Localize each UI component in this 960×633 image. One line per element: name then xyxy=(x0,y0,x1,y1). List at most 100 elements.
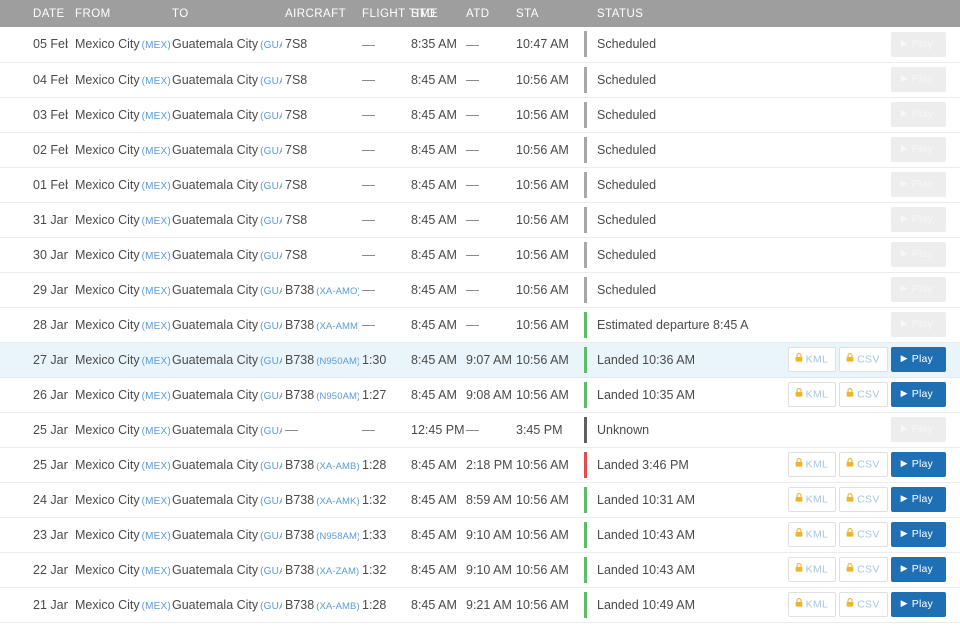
table-row[interactable]: 29 Jan 2024Mexico City(MEX)Guatemala Cit… xyxy=(0,272,960,307)
kml-label: KML xyxy=(806,388,829,400)
column-header-to[interactable]: TO xyxy=(170,0,282,27)
csv-download-button[interactable]: CSV xyxy=(839,487,888,513)
cell-from: Mexico City(MEX) xyxy=(68,97,170,132)
cell-status: Landed 10:31 AM xyxy=(579,482,749,517)
table-row[interactable]: 24 Jan 2024Mexico City(MEX)Guatemala Cit… xyxy=(0,482,960,517)
kml-download-button[interactable]: KML xyxy=(788,487,837,513)
play-triangle-icon: ▶ xyxy=(901,389,908,398)
kml-download-button[interactable]: KML xyxy=(788,347,837,373)
cell-to: Guatemala City(GUA) xyxy=(170,167,282,202)
cell-sta: 10:56 AM xyxy=(514,272,579,307)
column-header-from[interactable]: FROM xyxy=(68,0,170,27)
csv-download-button[interactable]: CSV xyxy=(839,592,888,618)
table-row[interactable]: 23 Jan 2024Mexico City(MEX)Guatemala Cit… xyxy=(0,517,960,552)
aircraft-type: 7S8 xyxy=(285,213,307,227)
play-button[interactable]: ▶Play xyxy=(891,347,946,372)
status-indicator-bar xyxy=(584,31,587,57)
cell-to: Guatemala City(GUA) xyxy=(170,97,282,132)
play-button[interactable]: ▶Play xyxy=(891,557,946,582)
column-header-status[interactable]: STATUS xyxy=(579,0,749,27)
to-city: Guatemala City xyxy=(172,598,258,612)
column-header-aircraft[interactable]: AIRCRAFT xyxy=(282,0,359,27)
table-row[interactable]: 26 Jan 2024Mexico City(MEX)Guatemala Cit… xyxy=(0,377,960,412)
cell-flight-time: — xyxy=(359,62,409,97)
table-row[interactable]: 31 Jan 2024Mexico City(MEX)Guatemala Cit… xyxy=(0,202,960,237)
table-row[interactable]: 03 Feb 2024Mexico City(MEX)Guatemala Cit… xyxy=(0,97,960,132)
kml-download-button[interactable]: KML xyxy=(788,452,837,478)
cell-std: 8:45 AM xyxy=(409,307,464,342)
cell-actions: ▶Play xyxy=(749,132,960,167)
cell-date: 25 Jan 2024 xyxy=(0,412,68,447)
table-row[interactable]: 04 Feb 2024Mexico City(MEX)Guatemala Cit… xyxy=(0,62,960,97)
cell-std: 8:45 AM xyxy=(409,377,464,412)
from-city: Mexico City xyxy=(75,528,140,542)
kml-download-button[interactable]: KML xyxy=(788,382,837,408)
table-row[interactable]: 05 Feb 2024Mexico City(MEX)Guatemala Cit… xyxy=(0,27,960,62)
cell-aircraft: B738(XA-ZAM) xyxy=(282,552,359,587)
csv-label: CSV xyxy=(857,528,880,540)
cell-aircraft: B738(N950AM) xyxy=(282,377,359,412)
play-button[interactable]: ▶Play xyxy=(891,452,946,477)
to-city: Guatemala City xyxy=(172,37,258,51)
csv-download-button[interactable]: CSV xyxy=(839,382,888,408)
cell-from: Mexico City(MEX) xyxy=(68,517,170,552)
from-city: Mexico City xyxy=(75,563,140,577)
cell-std: 8:45 AM xyxy=(409,97,464,132)
to-city: Guatemala City xyxy=(172,178,258,192)
table-row[interactable]: 25 Jan 2024Mexico City(MEX)Guatemala Cit… xyxy=(0,447,960,482)
table-row[interactable]: 02 Feb 2024Mexico City(MEX)Guatemala Cit… xyxy=(0,132,960,167)
column-header-atd[interactable]: ATD xyxy=(464,0,514,27)
column-header-date[interactable]: DATE xyxy=(0,0,68,27)
cell-date: 23 Jan 2024 xyxy=(0,517,68,552)
aircraft-type: B738 xyxy=(285,353,314,367)
csv-download-button[interactable]: CSV xyxy=(839,347,888,373)
cell-sta: 10:56 AM xyxy=(514,587,579,622)
cell-std: 8:45 AM xyxy=(409,552,464,587)
cell-date: 22 Jan 2024 xyxy=(0,552,68,587)
table-row[interactable]: 22 Jan 2024Mexico City(MEX)Guatemala Cit… xyxy=(0,552,960,587)
cell-std: 8:45 AM xyxy=(409,62,464,97)
from-city: Mexico City xyxy=(75,37,140,51)
cell-status: Scheduled xyxy=(579,167,749,202)
cell-to: Guatemala City(GUA) xyxy=(170,202,282,237)
table-row[interactable]: 30 Jan 2024Mexico City(MEX)Guatemala Cit… xyxy=(0,237,960,272)
cell-to: Guatemala City(GUA) xyxy=(170,377,282,412)
kml-label: KML xyxy=(806,598,829,610)
column-header-sta[interactable]: STA xyxy=(514,0,579,27)
cell-status: Scheduled xyxy=(579,237,749,272)
table-row[interactable]: 25 Jan 2024Mexico City(MEX)Guatemala Cit… xyxy=(0,412,960,447)
cell-std: 8:45 AM xyxy=(409,447,464,482)
cell-sta: 10:56 AM xyxy=(514,552,579,587)
flight-history-table: DATE FROM TO AIRCRAFT FLIGHT TIME STD AT… xyxy=(0,0,960,623)
status-indicator-bar xyxy=(584,102,587,128)
csv-download-button[interactable]: CSV xyxy=(839,452,888,478)
cell-std: 8:45 AM xyxy=(409,272,464,307)
cell-flight-time: — xyxy=(359,132,409,167)
play-button[interactable]: ▶Play xyxy=(891,382,946,407)
kml-download-button[interactable]: KML xyxy=(788,522,837,548)
from-city: Mexico City xyxy=(75,493,140,507)
table-row[interactable]: 27 Jan 2024Mexico City(MEX)Guatemala Cit… xyxy=(0,342,960,377)
cell-to: Guatemala City(GUA) xyxy=(170,412,282,447)
play-button: ▶Play xyxy=(891,242,946,267)
cell-flight-time: — xyxy=(359,272,409,307)
csv-download-button[interactable]: CSV xyxy=(839,522,888,548)
table-row[interactable]: 21 Jan 2024Mexico City(MEX)Guatemala Cit… xyxy=(0,587,960,622)
table-row[interactable]: 01 Feb 2024Mexico City(MEX)Guatemala Cit… xyxy=(0,167,960,202)
lock-icon xyxy=(846,388,854,400)
table-row[interactable]: 28 Jan 2024Mexico City(MEX)Guatemala Cit… xyxy=(0,307,960,342)
kml-download-button[interactable]: KML xyxy=(788,592,837,618)
csv-download-button[interactable]: CSV xyxy=(839,557,888,583)
cell-aircraft: 7S8 xyxy=(282,167,359,202)
cell-aircraft: 7S8 xyxy=(282,62,359,97)
play-button[interactable]: ▶Play xyxy=(891,592,946,617)
play-button[interactable]: ▶Play xyxy=(891,522,946,547)
kml-download-button[interactable]: KML xyxy=(788,557,837,583)
cell-date: 25 Jan 2024 xyxy=(0,447,68,482)
cell-to: Guatemala City(GUA) xyxy=(170,27,282,62)
play-button[interactable]: ▶Play xyxy=(891,487,946,512)
from-city: Mexico City xyxy=(75,248,140,262)
column-header-flight-time[interactable]: FLIGHT TIME xyxy=(359,0,409,27)
aircraft-type: B738 xyxy=(285,318,314,332)
aircraft-type: 7S8 xyxy=(285,248,307,262)
